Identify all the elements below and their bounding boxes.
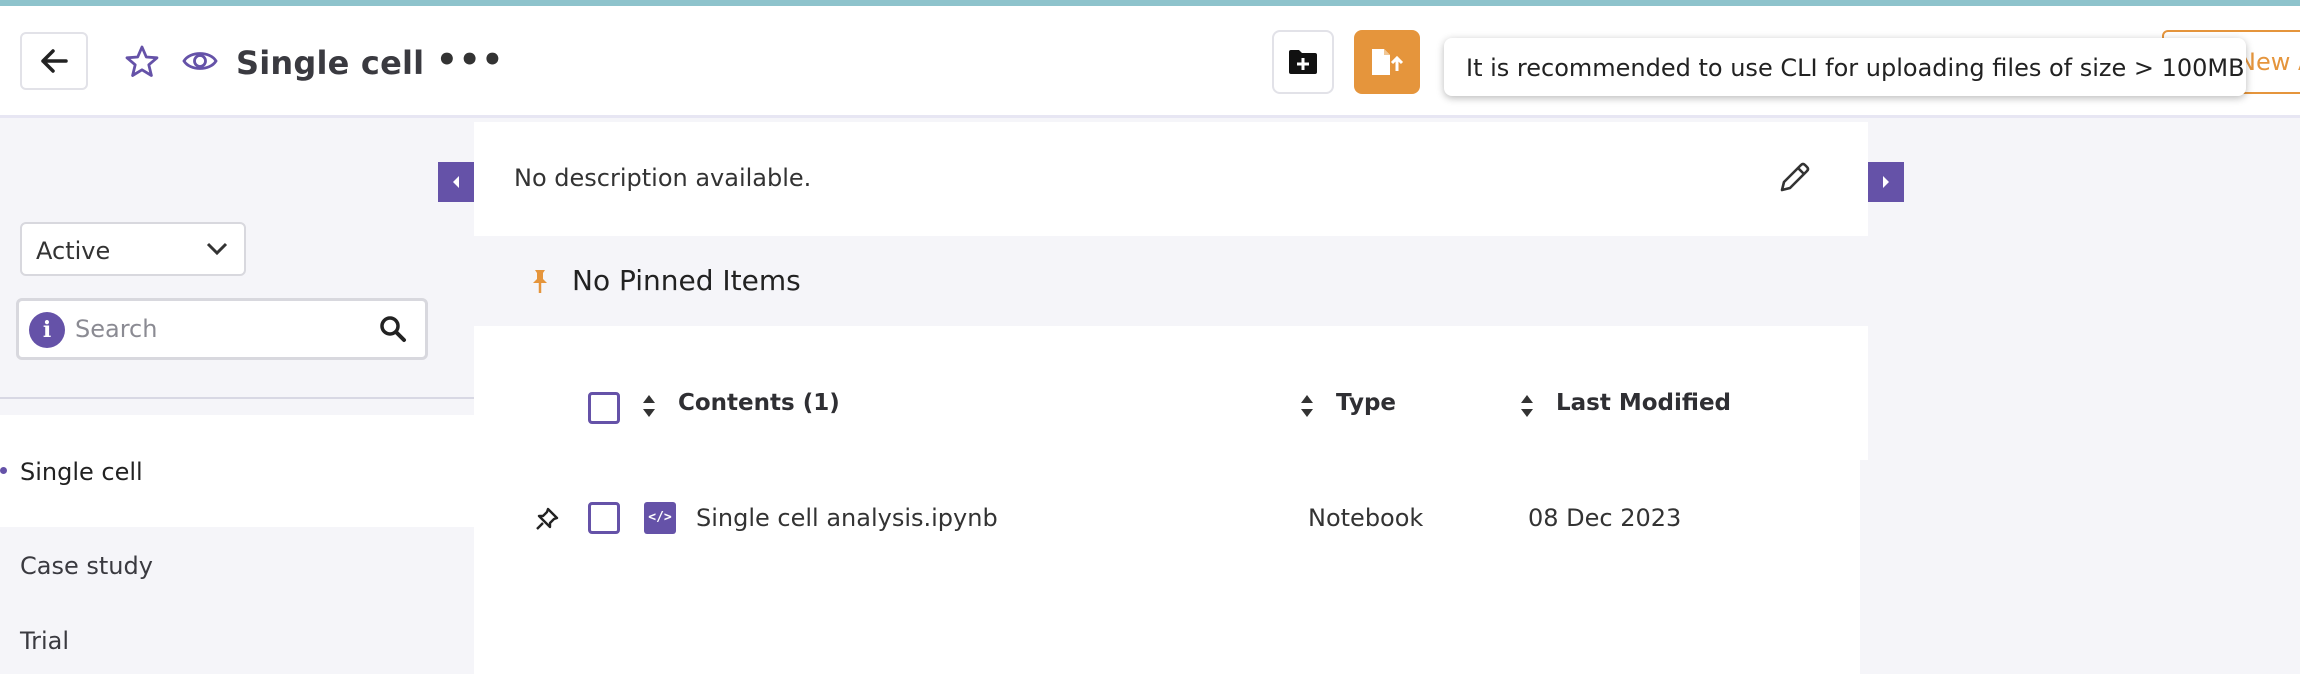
arrow-left-icon: [41, 49, 68, 73]
caret-right-icon: [1883, 176, 1889, 188]
chevron-down-icon: [206, 242, 228, 256]
collapse-sidebar-button[interactable]: [438, 162, 474, 202]
row-last-modified: 08 Dec 2023: [1528, 504, 1682, 532]
new-folder-button[interactable]: [1272, 30, 1334, 94]
new-button-label: New A: [2238, 48, 2300, 76]
back-button[interactable]: [20, 32, 88, 90]
description-panel: No description available.: [474, 122, 1868, 236]
more-options-button[interactable]: •••: [436, 40, 504, 80]
sort-icon[interactable]: [1520, 394, 1534, 418]
description-text: No description available.: [514, 164, 812, 192]
status-select-value: Active: [36, 237, 111, 265]
pinned-items-label: No Pinned Items: [572, 264, 801, 297]
eye-icon[interactable]: [182, 46, 218, 76]
search-input[interactable]: [75, 309, 365, 349]
sort-icon[interactable]: [1300, 394, 1314, 418]
expand-panel-button[interactable]: [1868, 162, 1904, 202]
file-upload-icon: [1372, 49, 1404, 75]
row-checkbox[interactable]: [588, 502, 620, 534]
column-header-type[interactable]: Type: [1336, 390, 1396, 416]
row-file-name[interactable]: Single cell analysis.ipynb: [696, 504, 998, 532]
pin-icon[interactable]: [534, 506, 560, 532]
page-title: Single cell: [236, 44, 425, 82]
star-icon[interactable]: [124, 44, 160, 80]
row-type: Notebook: [1308, 504, 1424, 532]
caret-left-icon: [453, 176, 459, 188]
folder-plus-icon: [1289, 50, 1317, 74]
column-header-last-modified[interactable]: Last Modified: [1556, 390, 1731, 416]
pin-icon: [533, 270, 547, 293]
sidebar-item-trial[interactable]: Trial: [20, 627, 69, 655]
status-select[interactable]: Active: [20, 222, 246, 276]
sort-icon[interactable]: [642, 394, 656, 418]
search-icon[interactable]: [379, 315, 407, 343]
page-header: Single cell ••• New A It is recommended …: [0, 6, 2300, 118]
contents-table-body: </> Single cell analysis.ipynb Notebook …: [474, 460, 1860, 674]
active-indicator: [0, 467, 7, 474]
upload-tooltip: It is recommended to use CLI for uploadi…: [1444, 38, 2246, 96]
contents-table-header: Contents (1) Type Last Modified: [474, 326, 1868, 460]
sidebar-item-label: Single cell: [20, 458, 143, 486]
info-icon[interactable]: i: [29, 312, 65, 348]
pinned-items-bar: No Pinned Items: [474, 236, 1868, 326]
notebook-icon: </>: [644, 502, 676, 534]
column-header-contents[interactable]: Contents (1): [678, 390, 840, 416]
search-box: i: [16, 298, 428, 360]
sidebar-item-single-cell[interactable]: Single cell: [0, 415, 474, 527]
select-all-checkbox[interactable]: [588, 392, 620, 424]
pencil-icon[interactable]: [1776, 160, 1812, 196]
sidebar-item-case-study[interactable]: Case study: [20, 552, 153, 580]
sidebar-divider: [0, 397, 474, 399]
upload-file-button[interactable]: [1354, 30, 1420, 94]
